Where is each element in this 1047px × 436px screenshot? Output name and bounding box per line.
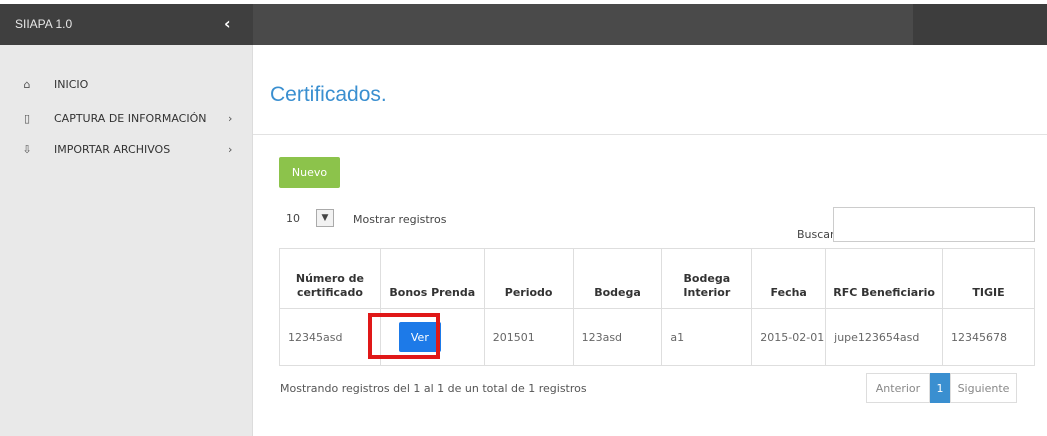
pagination-prev-button[interactable]: Anterior <box>866 373 930 403</box>
column-header[interactable]: Bonos Prenda <box>379 248 485 309</box>
chevron-right-icon: › <box>228 111 233 125</box>
cell-fecha: 2015-02-01 <box>751 308 827 366</box>
top-navbar: SIIAPA 1.0 ‹ <box>0 4 1047 45</box>
page-title: Certificados. <box>270 83 387 106</box>
sidebar: ⌂ INICIO ▯ CAPTURA DE INFORMACIÓN › ⇩ IM… <box>0 45 253 436</box>
cell-bonos: Ver <box>379 308 485 366</box>
column-header[interactable]: Periodo <box>483 248 574 309</box>
collapse-sidebar-icon[interactable]: ‹ <box>224 14 231 33</box>
sidebar-item-inicio[interactable]: ⌂ INICIO <box>0 71 253 97</box>
page-length-select[interactable]: 10 ▼ <box>280 208 340 230</box>
certificates-table: Número de certificado Bonos Prenda Perio… <box>279 248 1035 366</box>
document-icon: ▯ <box>23 111 31 125</box>
view-button[interactable]: Ver <box>398 322 441 352</box>
sidebar-item-label: IMPORTAR ARCHIVOS <box>54 142 171 156</box>
brand-area: SIIAPA 1.0 ‹ <box>0 4 253 45</box>
column-header[interactable]: Número de certificado <box>279 248 381 309</box>
home-icon: ⌂ <box>23 77 31 91</box>
cell-bodega: 123asd <box>572 308 663 366</box>
pagination: Anterior 1 Siguiente <box>866 373 1017 403</box>
page-length-value: 10 <box>286 212 300 225</box>
table-info: Mostrando registros del 1 al 1 de un tot… <box>280 382 587 395</box>
column-header[interactable]: Fecha <box>751 248 827 309</box>
main-content: Certificados. Nuevo 10 ▼ Mostrar registr… <box>253 45 1047 436</box>
sidebar-item-label: CAPTURA DE INFORMACIÓN <box>54 111 207 125</box>
pagination-next-button[interactable]: Siguiente <box>950 373 1017 403</box>
column-header[interactable]: RFC Beneficiario <box>825 248 944 309</box>
cell-bodega-interior: a1 <box>661 308 753 366</box>
cell-numero: 12345asd <box>279 308 381 366</box>
app-brand[interactable]: SIIAPA 1.0 <box>15 17 72 31</box>
sidebar-item-importar[interactable]: ⇩ IMPORTAR ARCHIVOS › <box>0 136 253 162</box>
new-button[interactable]: Nuevo <box>279 157 340 188</box>
column-header[interactable]: TIGIE <box>942 248 1035 309</box>
table-row: 12345asd Ver 201501 123asd a1 2015-02-01… <box>279 308 1035 366</box>
chevron-right-icon: › <box>228 142 233 156</box>
cell-periodo: 201501 <box>483 308 574 366</box>
table-header-row: Número de certificado Bonos Prenda Perio… <box>279 248 1035 309</box>
search-label: Buscar: <box>797 228 839 241</box>
search-input[interactable] <box>833 207 1035 242</box>
download-icon: ⇩ <box>22 142 32 156</box>
cell-tigie: 12345678 <box>942 308 1035 366</box>
pagination-page-button[interactable]: 1 <box>930 373 950 403</box>
column-header[interactable]: Bodega <box>572 248 663 309</box>
sidebar-item-label: INICIO <box>54 77 89 91</box>
chevron-down-icon[interactable]: ▼ <box>316 209 334 227</box>
cell-rfc: jupe123654asd <box>825 308 944 366</box>
title-divider <box>253 134 1047 135</box>
page-length-label: Mostrar registros <box>353 213 447 226</box>
column-header[interactable]: Bodega Interior <box>661 248 753 309</box>
topbar-user-area[interactable] <box>913 4 1047 45</box>
sidebar-item-captura[interactable]: ▯ CAPTURA DE INFORMACIÓN › <box>0 105 253 131</box>
